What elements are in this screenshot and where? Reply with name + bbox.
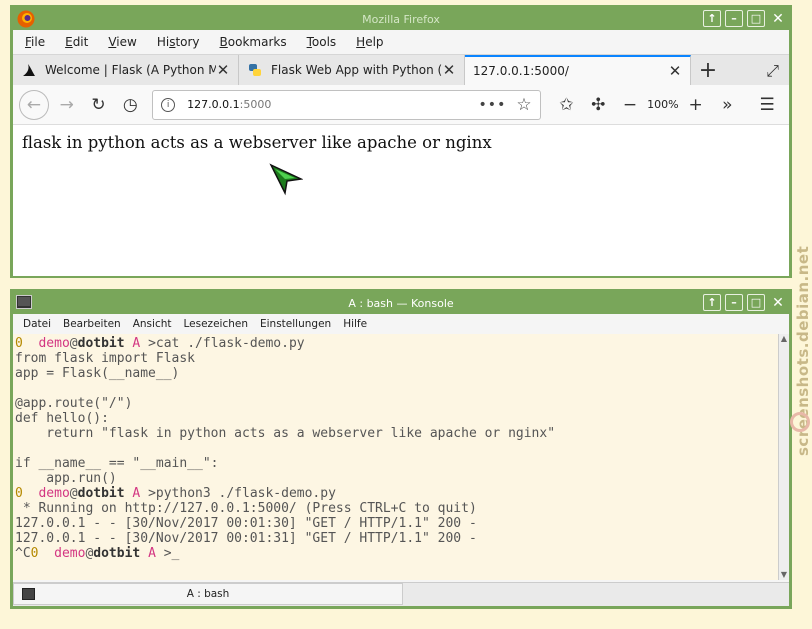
terminal-prompt-line: ^C0 demo@dotbit A >_ xyxy=(15,546,180,561)
window-title: Mozilla Firefox xyxy=(362,12,440,26)
url-port: :5000 xyxy=(239,98,272,111)
window-title: A : bash — Konsole xyxy=(348,296,454,310)
page-text: flask in python acts as a webserver like… xyxy=(22,133,492,152)
back-button[interactable]: ← xyxy=(19,89,49,120)
bookmark-star-icon[interactable]: ☆ xyxy=(516,95,531,115)
menu-ansicht[interactable]: Ansicht xyxy=(133,318,172,330)
tab-localhost[interactable]: 127.0.0.1:5000/ ✕ xyxy=(465,55,691,85)
menu-lesezeichen[interactable]: Lesezeichen xyxy=(184,318,249,330)
tab-close-icon[interactable]: ✕ xyxy=(442,61,456,79)
firefox-window: Mozilla Firefox ↑ – □ ✕ File Edit View Hist… xyxy=(10,5,792,278)
terminal-line: 127.0.0.1 - - [30/Nov/2017 00:01:30] "GE… xyxy=(15,516,477,531)
forward-button[interactable]: → xyxy=(51,89,83,121)
overflow-menu-icon[interactable]: » xyxy=(711,89,743,121)
fullscreen-icon[interactable]: ⤢ xyxy=(766,61,779,81)
tab-close-icon[interactable]: ✕ xyxy=(668,62,682,80)
terminal-line: from flask import Flask xyxy=(15,351,196,366)
minimize-button[interactable]: – xyxy=(725,10,743,27)
terminal-prompt-line: 0 demo@dotbit A >cat ./flask-demo.py xyxy=(15,336,305,351)
scroll-down-icon[interactable]: ▼ xyxy=(779,570,789,580)
menu-bookmarks[interactable]: Bookmarks xyxy=(220,35,287,49)
minimize-button[interactable]: – xyxy=(725,294,743,311)
tab-label: Flask Web App with Python (beginne xyxy=(271,63,442,77)
mouse-cursor-icon xyxy=(269,163,303,196)
menu-help[interactable]: Help xyxy=(356,35,383,49)
new-tab-button[interactable]: + xyxy=(691,55,725,85)
zoom-out-button[interactable]: − xyxy=(614,89,646,121)
tab-close-icon[interactable]: ✕ xyxy=(216,61,230,79)
python-icon xyxy=(249,64,261,76)
url-bar[interactable]: i 127.0.0.1:5000 ••• ☆ xyxy=(152,89,541,120)
keep-above-button[interactable]: ↑ xyxy=(703,10,721,27)
terminal-output[interactable]: 0 demo@dotbit A >cat ./flask-demo.py from… xyxy=(13,334,778,580)
page-content: flask in python acts as a webserver like… xyxy=(13,125,789,276)
flask-icon xyxy=(23,64,35,76)
reload-button[interactable]: ↻ xyxy=(83,89,115,121)
extensions-icon[interactable]: ✣ xyxy=(582,89,614,121)
terminal-line: app.run() xyxy=(15,471,117,486)
terminal-prompt-line: 0 demo@dotbit A >python3 ./flask-demo.py xyxy=(15,486,336,501)
konsole-titlebar[interactable]: A : bash — Konsole ↑ – □ ✕ xyxy=(13,292,789,314)
terminal-scrollbar[interactable]: ▲ ▼ xyxy=(778,334,789,580)
hamburger-menu-icon[interactable]: ☰ xyxy=(751,89,783,121)
menu-tools[interactable]: Tools xyxy=(307,35,337,49)
terminal-line: 127.0.0.1 - - [30/Nov/2017 00:01:31] "GE… xyxy=(15,531,477,546)
maximize-button[interactable]: □ xyxy=(747,294,765,311)
menu-bearbeiten[interactable]: Bearbeiten xyxy=(63,318,121,330)
page-actions-icon[interactable]: ••• xyxy=(479,97,507,113)
navigation-toolbar: ← → ↻ ◷ i 127.0.0.1:5000 ••• ☆ ✩ ✣ − 100… xyxy=(13,85,789,125)
menu-history[interactable]: History xyxy=(157,35,200,49)
konsole-menubar: Datei Bearbeiten Ansicht Lesezeichen Einstel… xyxy=(13,314,789,334)
history-clock-icon[interactable]: ◷ xyxy=(114,89,146,121)
tab-flask-welcome[interactable]: Welcome | Flask (A Python Microfra ✕ xyxy=(13,55,239,85)
scroll-up-icon[interactable]: ▲ xyxy=(779,334,789,344)
terminal-line: return "flask in python acts as a webser… xyxy=(15,426,556,441)
terminal-icon xyxy=(16,295,32,309)
keep-above-button[interactable]: ↑ xyxy=(703,294,721,311)
menu-datei[interactable]: Datei xyxy=(23,318,51,330)
terminal-line: if __name__ == "__main__": xyxy=(15,456,219,471)
debian-logo-icon xyxy=(790,412,810,432)
menubar: File Edit View History Bookmarks Tools Help xyxy=(13,30,789,54)
menu-file[interactable]: File xyxy=(25,35,45,49)
maximize-button[interactable]: □ xyxy=(747,10,765,27)
tab-label: 127.0.0.1:5000/ xyxy=(473,64,569,78)
terminal-line: app = Flask(__name__) xyxy=(15,366,180,381)
firefox-icon xyxy=(17,10,35,28)
library-icon[interactable]: ✩ xyxy=(551,89,583,121)
url-host: 127.0.0.1 xyxy=(187,98,240,111)
konsole-tab-bar: A : bash xyxy=(13,582,789,606)
zoom-in-button[interactable]: + xyxy=(680,89,712,121)
konsole-tab[interactable]: A : bash xyxy=(13,583,403,605)
terminal-icon xyxy=(22,588,35,600)
menu-view[interactable]: View xyxy=(108,35,136,49)
menu-edit[interactable]: Edit xyxy=(65,35,88,49)
terminal-line: @app.route("/") xyxy=(15,396,133,411)
terminal-line: * Running on http://127.0.0.1:5000/ (Pre… xyxy=(15,501,477,516)
konsole-tab-label: A : bash xyxy=(186,588,230,600)
info-icon[interactable]: i xyxy=(161,97,176,112)
terminal-line: def hello(): xyxy=(15,411,109,426)
konsole-window: A : bash — Konsole ↑ – □ ✕ Datei Bearbeit… xyxy=(10,289,792,609)
menu-einstellungen[interactable]: Einstellungen xyxy=(260,318,331,330)
close-button[interactable]: ✕ xyxy=(769,10,787,27)
zoom-level[interactable]: 100% xyxy=(646,98,680,111)
close-button[interactable]: ✕ xyxy=(769,294,787,311)
firefox-titlebar[interactable]: Mozilla Firefox ↑ – □ ✕ xyxy=(13,8,789,30)
tab-label: Welcome | Flask (A Python Microfra xyxy=(45,63,216,77)
tab-flask-tutorial[interactable]: Flask Web App with Python (beginne ✕ xyxy=(239,55,465,85)
menu-hilfe[interactable]: Hilfe xyxy=(343,318,367,330)
tab-bar: Welcome | Flask (A Python Microfra ✕ Fla… xyxy=(13,54,789,85)
